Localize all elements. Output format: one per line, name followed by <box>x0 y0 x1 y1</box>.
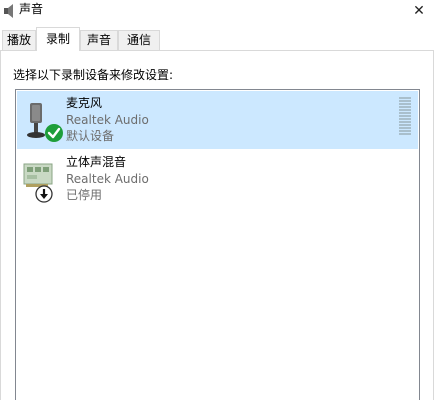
level-meter-bar <box>399 100 411 102</box>
tab-strip: 播放 录制 声音 通信 <box>0 27 434 51</box>
level-meter-bar <box>399 97 411 99</box>
tab-content-recording: 选择以下录制设备来修改设置: 麦克风 Realtek Audio 默认设备 立体… <box>0 51 434 400</box>
device-status: 默认设备 <box>66 129 115 143</box>
instruction-label: 选择以下录制设备来修改设置: <box>13 68 174 82</box>
device-item-microphone[interactable]: 麦克风 Realtek Audio 默认设备 <box>17 91 418 149</box>
level-meter-bar <box>399 130 411 132</box>
device-item-stereo-mix[interactable]: 立体声混音 Realtek Audio 已停用 <box>17 150 418 208</box>
device-name: 麦克风 <box>66 96 103 110</box>
device-driver: Realtek Audio <box>66 172 149 186</box>
level-meter-bar <box>399 124 411 126</box>
level-meter-bar <box>399 121 411 123</box>
disabled-arrow-icon <box>35 185 53 203</box>
level-meter-bar <box>399 106 411 108</box>
sound-card-icon <box>23 163 53 203</box>
level-meter-bar <box>399 115 411 117</box>
tab-communications[interactable]: 通信 <box>118 30 160 50</box>
check-default-icon <box>45 124 63 142</box>
level-meter-bar <box>399 103 411 105</box>
tab-sounds[interactable]: 声音 <box>80 30 118 50</box>
device-list[interactable]: 麦克风 Realtek Audio 默认设备 立体声混音 Realtek Aud… <box>15 89 420 400</box>
level-meter <box>399 97 411 135</box>
tab-playback[interactable]: 播放 <box>2 30 36 50</box>
speaker-icon <box>4 4 13 18</box>
close-icon: ✕ <box>413 3 425 19</box>
title-bar: 声音 ✕ <box>0 0 434 26</box>
device-driver: Realtek Audio <box>66 113 149 127</box>
level-meter-bar <box>399 109 411 111</box>
device-name: 立体声混音 <box>66 155 127 169</box>
tab-recording[interactable]: 录制 <box>36 27 80 51</box>
window-title: 声音 <box>19 2 44 16</box>
level-meter-bar <box>399 133 411 135</box>
level-meter-bar <box>399 127 411 129</box>
close-button[interactable]: ✕ <box>404 0 434 22</box>
device-status: 已停用 <box>66 188 103 202</box>
sound-dialog: 声音 ✕ 播放 录制 声音 通信 选择以下录制设备来修改设置: 麦克风 Real… <box>0 0 434 400</box>
level-meter-bar <box>399 112 411 114</box>
microphone-icon <box>27 103 63 142</box>
level-meter-bar <box>399 118 411 120</box>
